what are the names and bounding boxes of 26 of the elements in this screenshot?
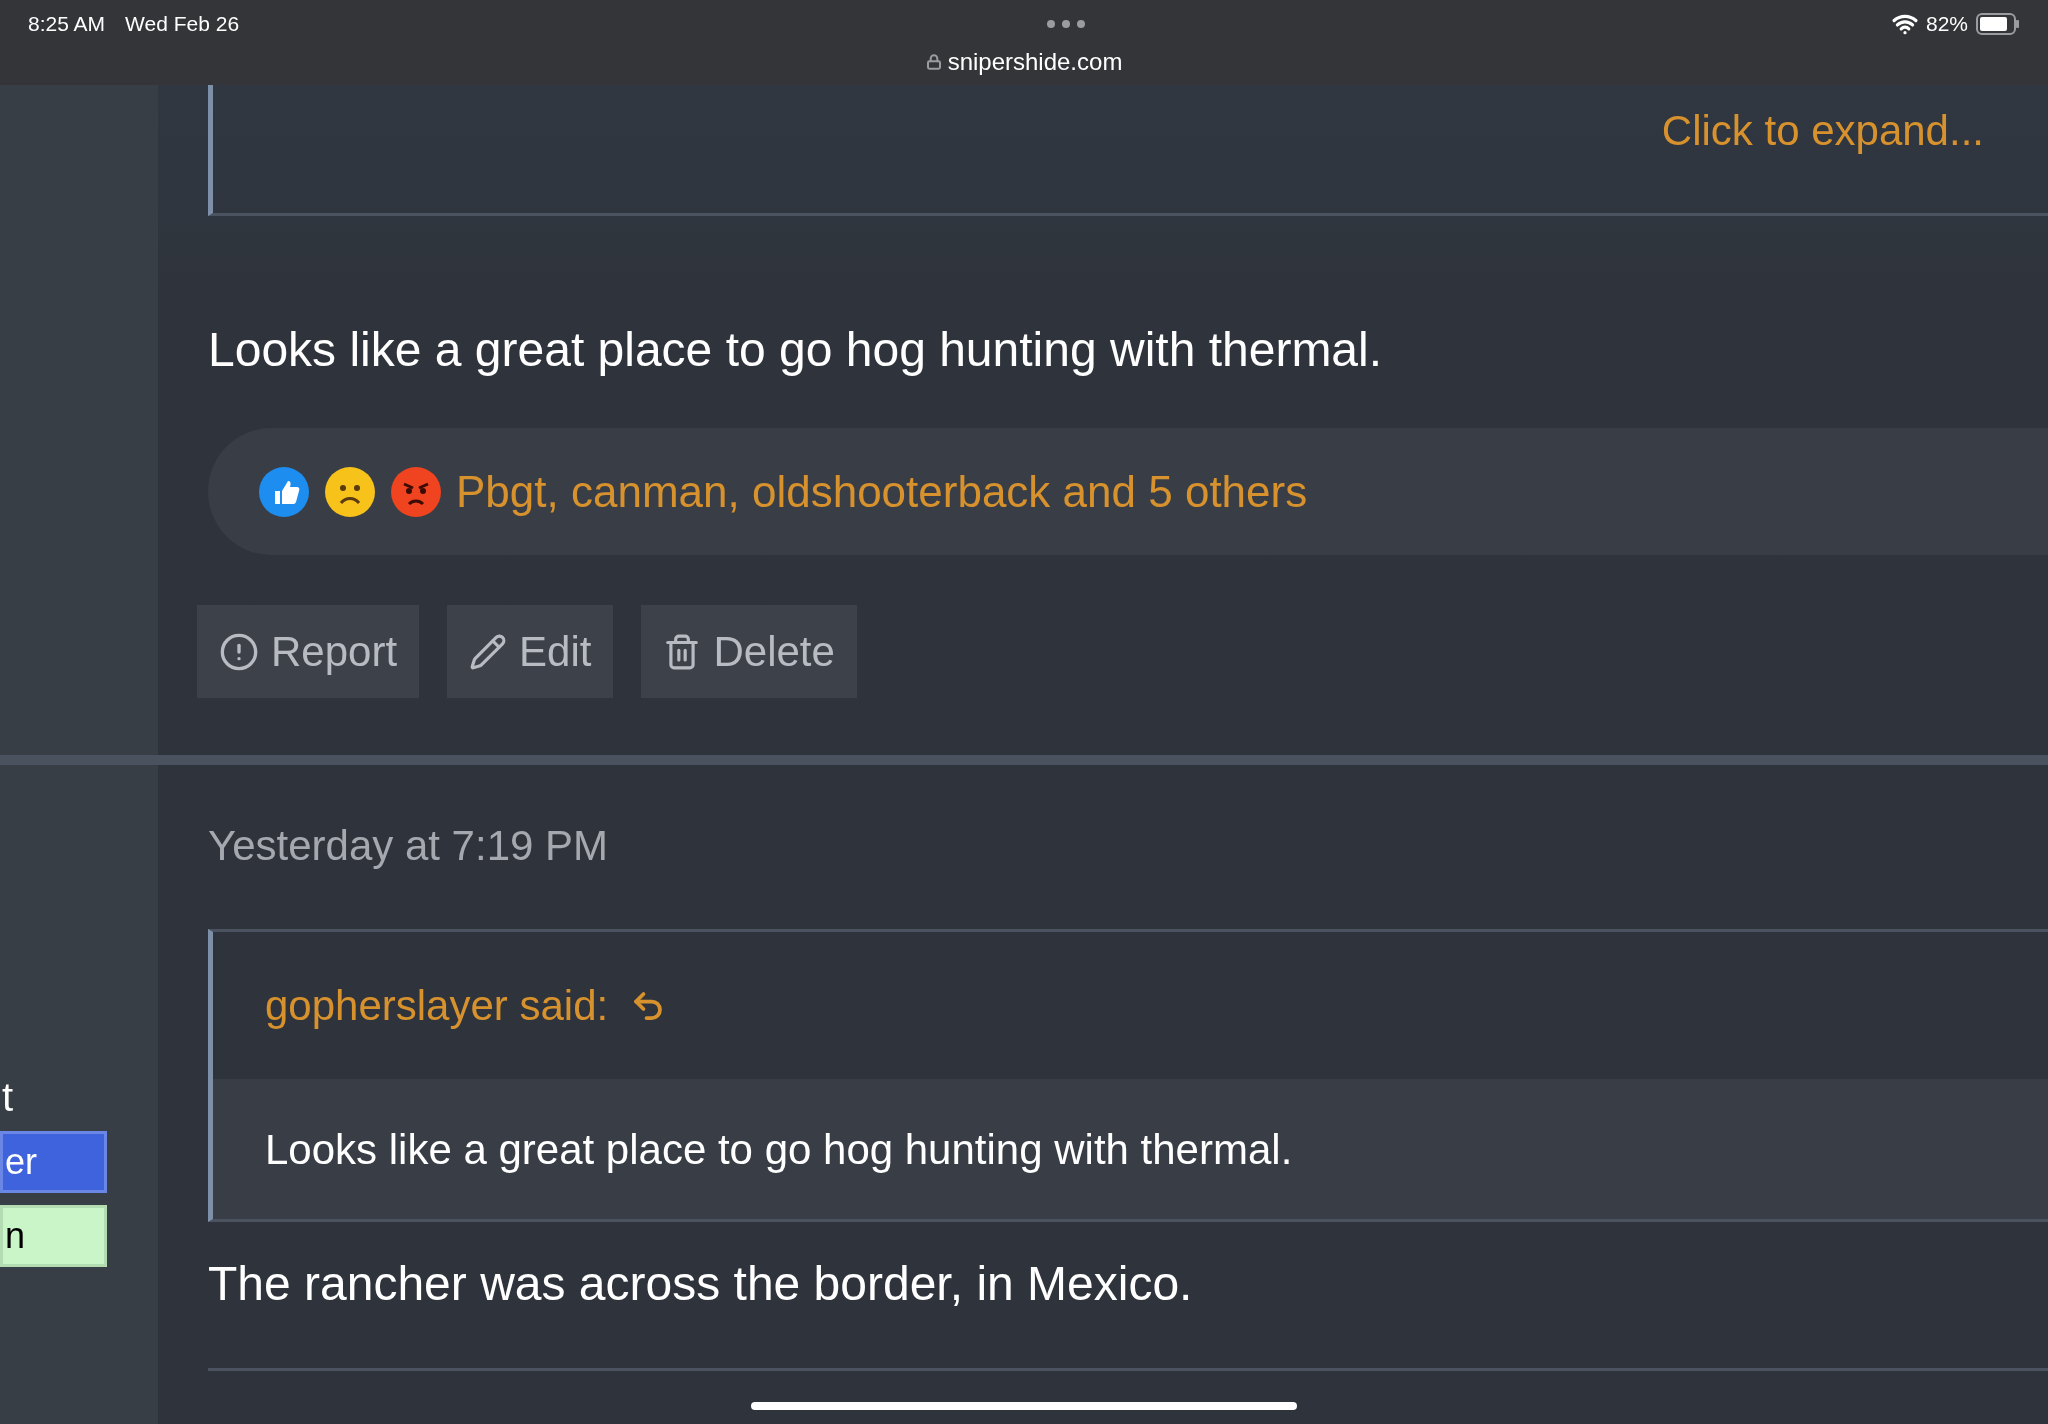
reactions-bar[interactable]: Pbgt, canman, oldshooterback and 5 others [208,428,2048,555]
post-text: The rancher was across the border, in Mexico. [208,1256,1194,1312]
sidebar-text: t [1,1075,15,1119]
post-text: Looks like a great place to go hog hunting with thermal. [208,322,1384,378]
sad-face-icon [324,465,376,518]
battery-percent: 82% [1925,11,1968,37]
sidebar-tag[interactable]: n [0,1205,107,1267]
delete-button[interactable]: Delete [641,605,857,698]
url-text[interactable]: snipershide.com [947,43,1123,80]
date-text: Wed Feb 26 [125,11,240,37]
pencil-icon [469,632,508,671]
clock-time: 8:25 AM [28,11,106,37]
edit-button[interactable]: Edit [447,605,614,698]
sidebar-tag[interactable]: er [0,1131,107,1193]
reactions-text[interactable]: Pbgt, canman, oldshooterback and 5 others [456,458,1308,525]
lock-icon [925,53,942,70]
expand-link[interactable]: Click to expand... [1661,107,1984,155]
battery-icon [1976,12,2020,35]
alert-icon [219,631,259,672]
thumbs-up-icon [258,465,310,518]
more-icon [1045,18,1086,29]
angry-face-icon [390,465,442,518]
report-button[interactable]: Report [197,605,420,698]
quote-text: Looks like a great place to go hog hunting with thermal. [265,1124,1293,1175]
quote-author[interactable]: gopherslayer said: [265,974,609,1037]
post-timestamp[interactable]: Yesterday at 7:19 PM [208,821,2048,871]
